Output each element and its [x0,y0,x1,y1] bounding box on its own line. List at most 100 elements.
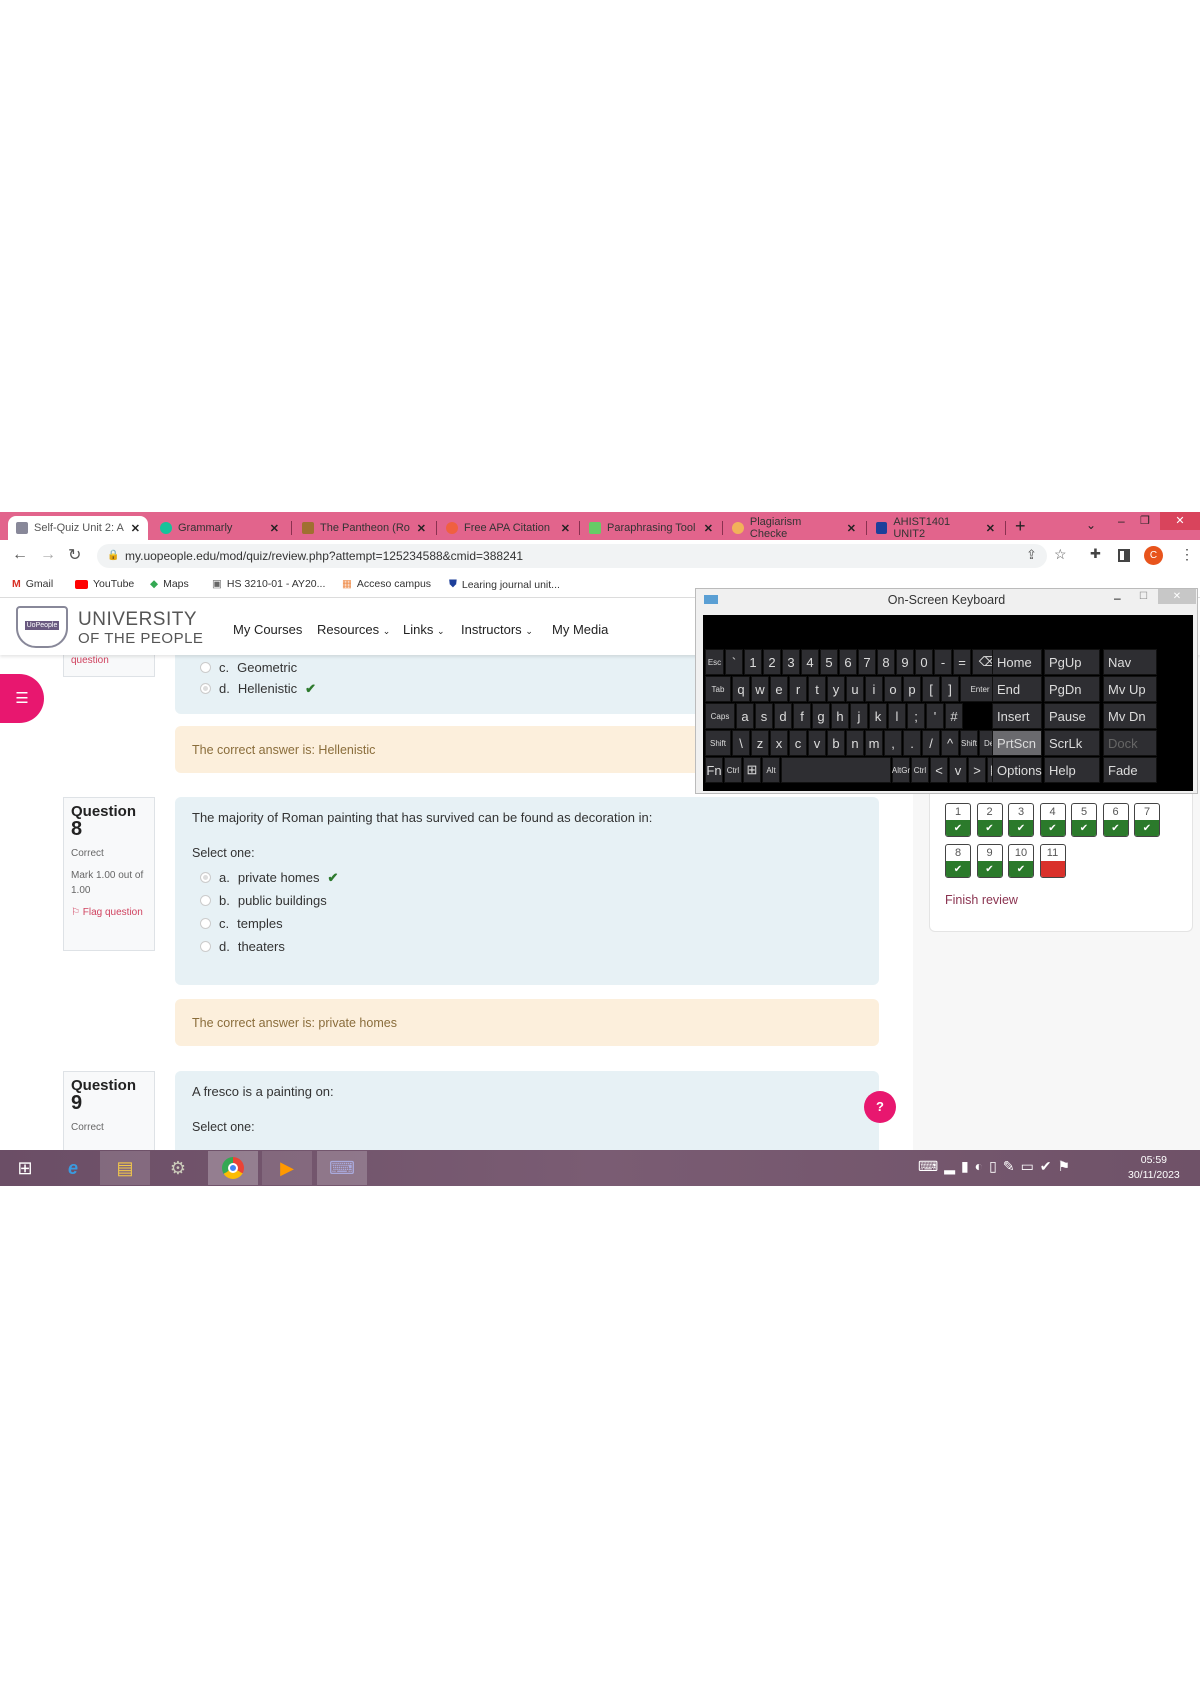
close-tab-icon[interactable]: ✕ [847,522,856,535]
osk-key[interactable]: l [888,703,906,729]
osk-maximize-button[interactable]: ☐ [1139,591,1148,602]
osk-key[interactable]: ' [926,703,944,729]
close-tab-icon[interactable]: ✕ [417,522,426,535]
bookmark-youtube[interactable]: YouTube [75,578,134,590]
start-button[interactable]: ⊞ [0,1151,50,1185]
close-window-button[interactable]: ✕ [1160,512,1200,530]
osk-key[interactable]: ] [941,676,959,702]
osk-key[interactable]: 7 [858,649,876,675]
osk-key-options[interactable]: Options [992,757,1042,783]
question-nav-button-6[interactable]: 6 ✔ [1102,803,1129,837]
osk-key[interactable]: Tab [705,676,731,702]
osk-key[interactable]: v [808,730,826,756]
osk-key[interactable]: AltGr [892,757,910,783]
osk-key[interactable]: k [869,703,887,729]
internet-explorer-icon[interactable]: e [48,1151,98,1185]
osk-key[interactable]: > [968,757,986,783]
option-d[interactable]: d. theaters [200,935,862,958]
osk-key-dock[interactable]: Dock [1103,730,1157,756]
osk-key[interactable]: y [827,676,845,702]
question-nav-button-1[interactable]: 1 ✔ [945,803,971,837]
osk-key[interactable]: . [903,730,921,756]
osk-key[interactable] [781,757,891,783]
question-nav-button-9[interactable]: 9 ✔ [976,844,1003,878]
clock[interactable]: 05:59 30/11/2023 [1128,1153,1180,1183]
osk-key[interactable]: 1 [744,649,762,675]
flag-question-link[interactable]: ⚐ Flag question [71,905,147,920]
help-button[interactable]: ? [864,1091,896,1123]
chrome-icon[interactable] [208,1151,258,1185]
osk-key-prtscn[interactable]: PrtScn [992,730,1042,756]
nav-my-media[interactable]: My Media [552,622,608,637]
close-tab-icon[interactable]: ✕ [986,522,995,535]
osk-key[interactable]: [ [922,676,940,702]
bookmark-hs3210[interactable]: ▣ HS 3210-01 - AY20... [212,578,325,590]
osk-key-pgdn[interactable]: PgDn [1044,676,1100,702]
osk-key-home[interactable]: Home [992,649,1042,675]
osk-key-mv-dn[interactable]: Mv Dn [1103,703,1157,729]
back-icon[interactable]: ← [12,546,28,564]
url-input[interactable]: 🔒 my.uopeople.edu/mod/quiz/review.php?att… [97,544,1047,568]
control-panel-icon[interactable]: ⚙ [153,1151,203,1185]
osk-key[interactable]: Ctrl [724,757,742,783]
close-tab-icon[interactable]: ✕ [270,522,279,535]
tab-self-quiz[interactable]: Self-Quiz Unit 2: A ✕ [8,516,148,540]
forward-icon[interactable]: → [40,546,56,564]
osk-key[interactable]: # [945,703,963,729]
drawer-toggle-button[interactable]: ☰ [0,674,44,723]
osk-key[interactable]: - [934,649,952,675]
osk-key[interactable]: g [812,703,830,729]
osk-key[interactable]: v [949,757,967,783]
tab-search-chevron-icon[interactable]: ⌄ [1086,518,1096,532]
university-logo[interactable]: UoPeople [16,606,68,648]
osk-key[interactable]: / [922,730,940,756]
osk-key[interactable]: Ctrl [911,757,929,783]
osk-key[interactable]: i [865,676,883,702]
osk-key-end[interactable]: End [992,676,1042,702]
tab-pantheon[interactable]: The Pantheon (Ro ✕ [294,516,434,540]
question-nav-button-11[interactable]: 11 [1039,844,1066,878]
osk-key-scrlk[interactable]: ScrLk [1044,730,1100,756]
osk-key[interactable]: c [789,730,807,756]
osk-key[interactable]: Fn [705,757,723,783]
osk-key[interactable]: 5 [820,649,838,675]
minimize-button[interactable]: – [1118,514,1125,528]
osk-key[interactable]: n [846,730,864,756]
tab-ahist[interactable]: AHIST1401 UNIT2 ✕ [868,516,1003,540]
osk-key[interactable]: f [793,703,811,729]
bookmark-star-icon[interactable]: ☆ [1054,546,1067,563]
flag-question-link[interactable]: question [71,655,109,666]
new-tab-button[interactable]: + [1015,516,1026,537]
osk-close-button[interactable]: ✕ [1158,589,1196,604]
osk-key[interactable]: s [755,703,773,729]
close-tab-icon[interactable]: ✕ [561,522,570,535]
bookmark-gmail[interactable]: M Gmail [12,578,53,590]
osk-key[interactable]: x [770,730,788,756]
osk-key-pause[interactable]: Pause [1044,703,1100,729]
side-panel-icon[interactable] [1118,549,1130,562]
osk-key[interactable]: , [884,730,902,756]
on-screen-keyboard-taskbar-icon[interactable]: ⌨ [317,1151,367,1185]
osk-key-nav[interactable]: Nav [1103,649,1157,675]
file-explorer-icon[interactable]: ▤ [100,1151,150,1185]
tab-apa-citation[interactable]: Free APA Citation ✕ [438,516,578,540]
nav-links[interactable]: Links ⌄ [403,622,445,637]
osk-key[interactable]: r [789,676,807,702]
close-tab-icon[interactable]: ✕ [131,522,140,535]
osk-key[interactable]: 2 [763,649,781,675]
question-nav-button-5[interactable]: 5 ✔ [1071,803,1097,837]
question-nav-button-4[interactable]: 4 ✔ [1039,803,1066,837]
osk-key[interactable]: ^ [941,730,959,756]
osk-key[interactable]: \ [732,730,750,756]
nav-instructors[interactable]: Instructors ⌄ [461,622,533,637]
osk-minimize-button[interactable]: – [1114,591,1121,605]
osk-key[interactable]: q [732,676,750,702]
question-nav-button-2[interactable]: 2 ✔ [976,803,1003,837]
close-tab-icon[interactable]: ✕ [704,522,713,535]
osk-key[interactable]: h [831,703,849,729]
share-icon[interactable]: ⇪ [1026,547,1037,563]
option-a[interactable]: a. private homes ✔ [200,866,862,889]
nav-resources[interactable]: Resources ⌄ [317,622,390,637]
osk-key[interactable]: p [903,676,921,702]
osk-key[interactable]: 9 [896,649,914,675]
